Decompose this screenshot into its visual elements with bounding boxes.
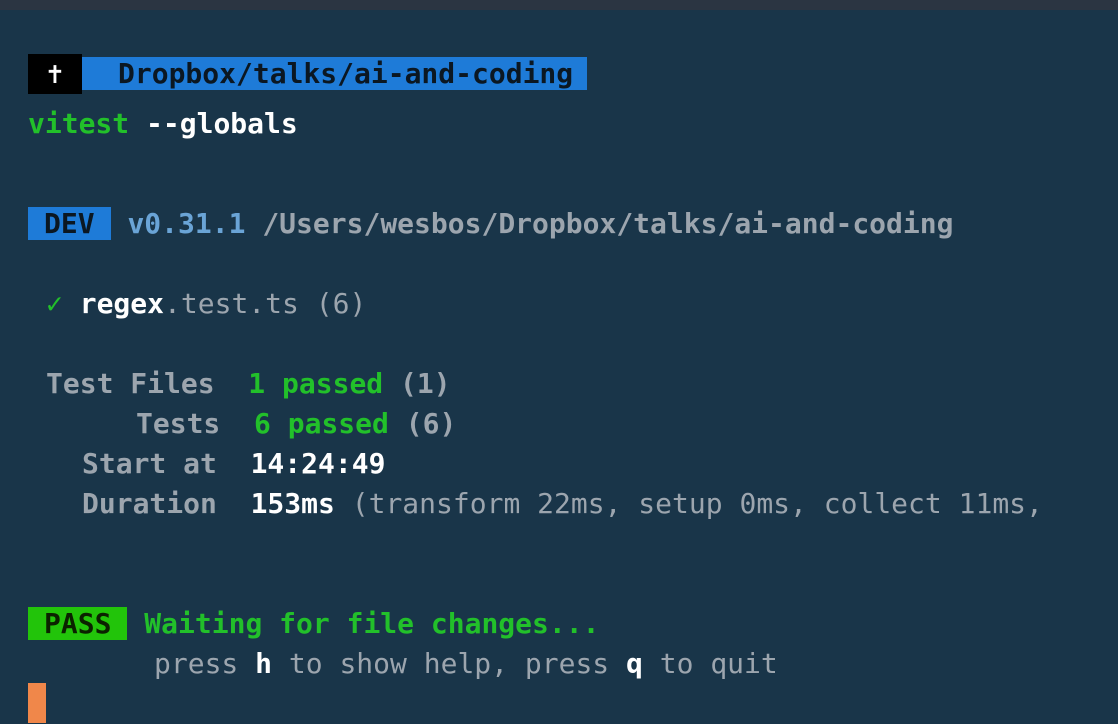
window-top-border — [0, 0, 1118, 10]
test-files-passed: 1 passed — [248, 367, 384, 400]
summary-duration: Duration 153ms (transform 22ms, setup 0m… — [82, 484, 1043, 524]
terminal-cursor[interactable] — [28, 683, 46, 723]
status-message: Waiting for file changes... — [144, 607, 600, 640]
test-files-total: (1) — [400, 367, 451, 400]
check-icon: ✓ — [46, 287, 63, 320]
help-middle: to show help, press — [272, 647, 627, 680]
project-path: /Users/wesbos/Dropbox/talks/ai-and-codin… — [262, 207, 954, 240]
command-name: vitest — [28, 107, 130, 140]
start-label: Start at — [82, 447, 217, 480]
shell-prompt: ✝ Dropbox/talks/ai-and-coding — [28, 54, 588, 94]
summary-test-files: Test Files 1 passed (1) — [46, 364, 451, 404]
tests-passed: 6 passed — [254, 407, 389, 440]
test-file-count: (6) — [315, 287, 367, 320]
duration-value: 153ms — [250, 487, 335, 520]
summary-start: Start at 14:24:49 — [82, 444, 385, 484]
status-line: PASS Waiting for file changes... — [28, 604, 599, 644]
start-value: 14:24:49 — [250, 447, 386, 480]
tests-label: Tests — [136, 407, 221, 440]
test-file-row: ✓ regex.test.ts (6) — [46, 284, 366, 324]
dev-badge: DEV — [28, 207, 111, 240]
dev-banner: DEV v0.31.1 /Users/wesbos/Dropbox/talks/… — [28, 204, 953, 244]
pass-badge: PASS — [28, 607, 128, 640]
vitest-version: v0.31.1 — [127, 207, 246, 240]
test-files-label: Test Files — [46, 367, 215, 400]
prompt-path-text: Dropbox/talks/ai-and-coding — [118, 57, 574, 90]
test-file-name: regex — [79, 287, 165, 320]
cross-icon: ✝ — [28, 54, 82, 94]
help-key-h: h — [255, 647, 273, 680]
prompt-path: Dropbox/talks/ai-and-coding — [82, 57, 588, 90]
help-prefix: press — [154, 647, 256, 680]
tests-total: (6) — [405, 407, 457, 440]
help-line: press h to show help, press q to quit — [154, 644, 778, 684]
help-key-q: q — [626, 647, 643, 680]
help-suffix: to quit — [642, 647, 778, 680]
duration-detail: (transform 22ms, setup 0ms, collect 11ms… — [351, 487, 1043, 520]
test-file-ext: .test.ts — [164, 287, 299, 320]
command-args: --globals — [146, 107, 298, 140]
command-line: vitest --globals — [28, 104, 298, 144]
summary-tests: Tests 6 passed (6) — [136, 404, 456, 444]
duration-label: Duration — [82, 487, 217, 520]
